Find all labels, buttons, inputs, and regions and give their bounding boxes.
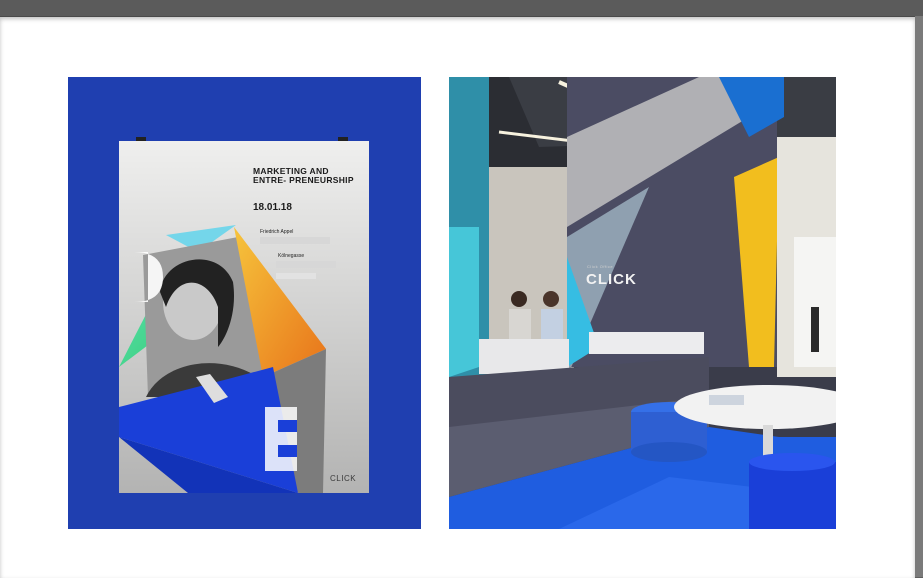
- poster-speaker-1: Friedrich Appel: [260, 229, 294, 235]
- office-photo: Click Office CLICK: [449, 77, 836, 529]
- office-scene: [449, 77, 836, 529]
- wall-logo: CLICK: [586, 271, 637, 288]
- poster-date: 18.01.18: [253, 202, 292, 213]
- poster-speaker-2: Kölnegasse: [278, 253, 305, 259]
- scrollbar-gutter[interactable]: [915, 16, 923, 577]
- window-top-bar: [0, 0, 923, 16]
- poster-artwork: [119, 137, 369, 493]
- poster-image: MARKETING AND ENTRE- PRENEURSHIP 18.01.1…: [68, 77, 421, 529]
- wall-logo-caption: Click Office: [587, 264, 614, 269]
- poster-logo: CLICK: [330, 474, 357, 483]
- poster-title: MARKETING AND ENTRE- PRENEURSHIP: [253, 166, 354, 185]
